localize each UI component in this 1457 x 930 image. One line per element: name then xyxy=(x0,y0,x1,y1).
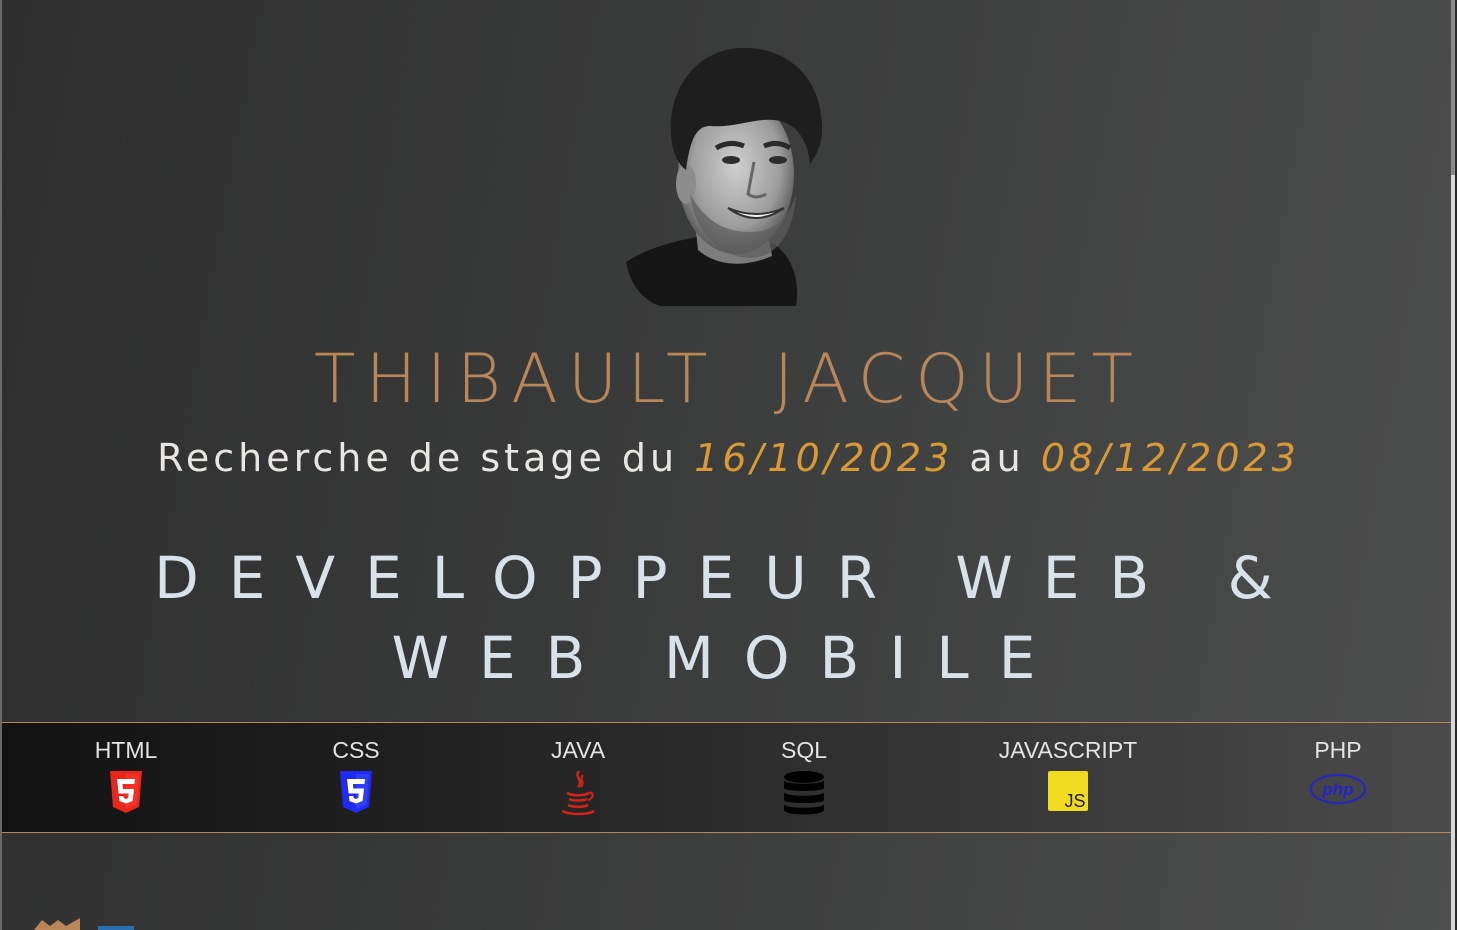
skill-label: SQL xyxy=(780,737,828,763)
java-icon xyxy=(561,770,595,816)
skill-java: JAVA xyxy=(498,735,658,817)
internship-end-date: 08/12/2023 xyxy=(1040,436,1300,480)
scrollbar-thumb[interactable] xyxy=(1451,0,1455,175)
skill-label: PHP xyxy=(1314,737,1362,763)
php-icon: php xyxy=(1310,774,1366,804)
portfolio-page: THIBAULT JACQUET Recherche de stage du 16… xyxy=(0,0,1455,930)
skill-php: PHP php xyxy=(1258,735,1418,817)
skills-bar: HTML CSS JAVA SQL JAVASCRIPT JS PHP php xyxy=(2,722,1455,833)
skill-html: HTML xyxy=(46,735,206,817)
skill-sql: SQL xyxy=(724,735,884,817)
internship-prefix: Recherche de stage du xyxy=(157,436,679,480)
skill-javascript: JAVASCRIPT JS xyxy=(988,735,1148,817)
logo-mark-icon xyxy=(34,918,80,930)
html5-icon xyxy=(110,771,142,813)
skill-label: CSS xyxy=(332,737,380,763)
svg-text:JS: JS xyxy=(1064,791,1085,811)
portrait-photo xyxy=(626,47,823,306)
javascript-icon: JS xyxy=(1048,771,1088,811)
full-name-heading: THIBAULT JACQUET xyxy=(2,340,1455,419)
skill-label: JAVASCRIPT xyxy=(998,737,1138,763)
bottom-accent-bar xyxy=(98,926,134,930)
svg-text:php: php xyxy=(1321,780,1353,799)
skill-label: JAVA xyxy=(550,737,606,763)
last-name: JACQUET xyxy=(773,340,1144,419)
css3-icon xyxy=(340,771,372,813)
first-name: THIBAULT xyxy=(313,340,718,419)
role-title: DEVELOPPEUR WEB & WEB MOBILE xyxy=(154,544,1303,692)
internship-start-date: 16/10/2023 xyxy=(694,436,954,480)
skill-label: HTML xyxy=(94,737,158,763)
vertical-scrollbar[interactable] xyxy=(1451,0,1455,930)
skill-css: CSS xyxy=(276,735,436,817)
internship-connector: au xyxy=(969,436,1025,480)
internship-subtitle: Recherche de stage du 16/10/2023 au 08/1… xyxy=(2,436,1455,480)
database-icon xyxy=(784,771,824,815)
